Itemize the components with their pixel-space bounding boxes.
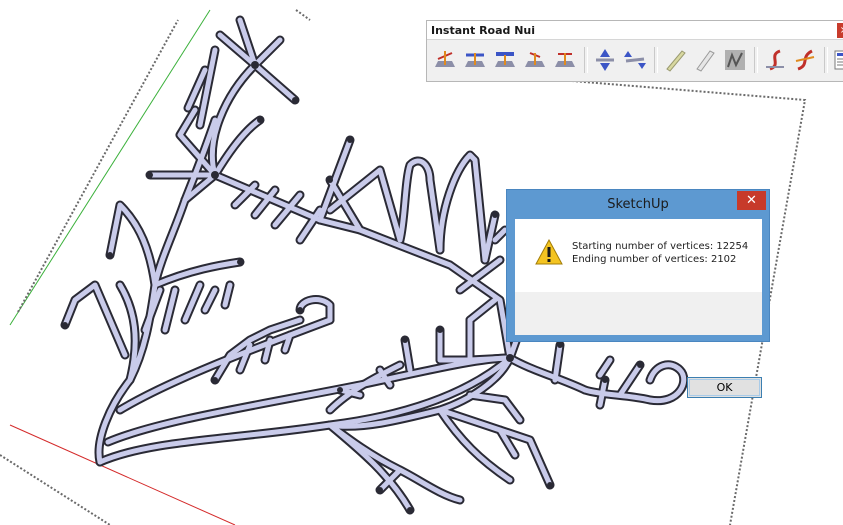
dialog-titlebar[interactable]: SketchUp ✕: [507, 190, 769, 220]
toolbar-separator: [584, 47, 588, 73]
road-tool-2-icon[interactable]: [461, 46, 489, 74]
road-tool-9-icon[interactable]: [691, 46, 719, 74]
warning-icon: [535, 239, 563, 265]
road-tool-8-icon[interactable]: [661, 46, 689, 74]
road-tool-3-icon[interactable]: [491, 46, 519, 74]
dialog-message-start-vertices: Starting number of vertices: 12254: [572, 241, 749, 252]
road-tool-11-icon[interactable]: [761, 46, 789, 74]
toolbar-title: Instant Road Nui: [431, 24, 536, 37]
road-tool-10-icon[interactable]: [721, 46, 749, 74]
road-tool-6-icon[interactable]: [591, 46, 619, 74]
ok-button[interactable]: OK: [687, 377, 762, 398]
toolbar-separator: [824, 47, 828, 73]
dialog-title: SketchUp: [607, 197, 669, 212]
road-tool-4-icon[interactable]: [521, 46, 549, 74]
toolbar-separator: [754, 47, 758, 73]
sketchup-message-dialog[interactable]: SketchUp ✕ Starting number of vertices: …: [506, 189, 770, 398]
dialog-body: Starting number of vertices: 12254 Endin…: [515, 219, 762, 398]
road-tool-5-icon[interactable]: [551, 46, 579, 74]
instant-road-nui-toolbar[interactable]: Instant Road Nui ×: [426, 20, 843, 82]
toolbar-tools: [431, 44, 843, 76]
toolbar-separator: [654, 47, 658, 73]
road-tool-13-icon[interactable]: [831, 46, 843, 74]
dialog-footer: OK: [515, 292, 762, 398]
dialog-message-end-vertices: Ending number of vertices: 2102: [572, 254, 737, 265]
road-tool-7-icon[interactable]: [621, 46, 649, 74]
toolbar-titlebar[interactable]: Instant Road Nui ×: [427, 21, 843, 40]
road-tool-12-icon[interactable]: [791, 46, 819, 74]
toolbar-close-icon[interactable]: ×: [837, 23, 843, 38]
dialog-close-icon[interactable]: ✕: [737, 191, 766, 210]
road-tool-1-icon[interactable]: [431, 46, 459, 74]
